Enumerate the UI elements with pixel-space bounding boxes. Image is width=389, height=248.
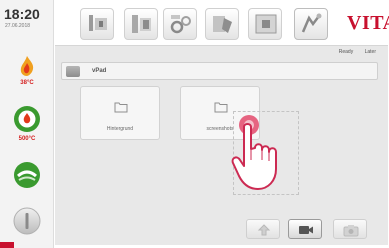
media-browser-panel: Ready Later vPad Hintergrund screenshots — [55, 45, 388, 245]
media-button[interactable] — [248, 8, 282, 40]
camera-button[interactable] — [288, 219, 322, 239]
upload-button[interactable] — [246, 219, 280, 239]
path-label: vPad — [92, 68, 107, 74]
clock-date: 27.06.2018 — [5, 23, 31, 29]
ready-status: Ready — [338, 49, 354, 55]
folder-icon — [66, 66, 80, 77]
folder-tile-hintergrund[interactable]: Hintergrund — [80, 86, 160, 140]
info-row: Ready Later — [329, 49, 376, 55]
accent-bar — [0, 242, 14, 248]
settings-icon — [170, 15, 191, 34]
clock-time: 18:20 — [4, 6, 40, 22]
program-edit-icon — [132, 15, 151, 33]
program-mode-icon[interactable] — [13, 161, 41, 189]
video-camera-icon — [299, 226, 313, 234]
furnace-temp: 38°C — [20, 80, 34, 86]
path-bar: vPad — [61, 62, 378, 80]
photo-camera-icon — [343, 225, 359, 237]
status-sidebar: 18:20 27.06.2018 38°C 500°C — [0, 0, 54, 248]
help-icon — [301, 13, 322, 33]
upload-icon — [257, 224, 271, 236]
program-edit-button[interactable] — [124, 8, 158, 40]
help-button[interactable] — [294, 8, 328, 40]
folder-icon — [114, 102, 128, 113]
power-icon[interactable] — [13, 207, 41, 235]
photo-button[interactable] — [333, 219, 367, 239]
vita-logo: VITA — [347, 12, 389, 34]
settings-button[interactable] — [163, 8, 197, 40]
program-icon — [89, 15, 107, 31]
set-temp: 500°C — [18, 136, 36, 142]
target-temp-icon[interactable] — [13, 105, 41, 133]
furnace-temp-icon — [20, 56, 34, 76]
touch-hand-cursor-icon — [231, 115, 277, 190]
folder-name: Hintergrund — [106, 126, 134, 132]
folder-icon — [214, 102, 228, 113]
manual-icon — [213, 16, 232, 33]
later-status: Later — [364, 49, 376, 55]
program-button[interactable] — [80, 8, 114, 40]
media-icon — [255, 14, 277, 34]
manual-button[interactable] — [205, 8, 239, 40]
